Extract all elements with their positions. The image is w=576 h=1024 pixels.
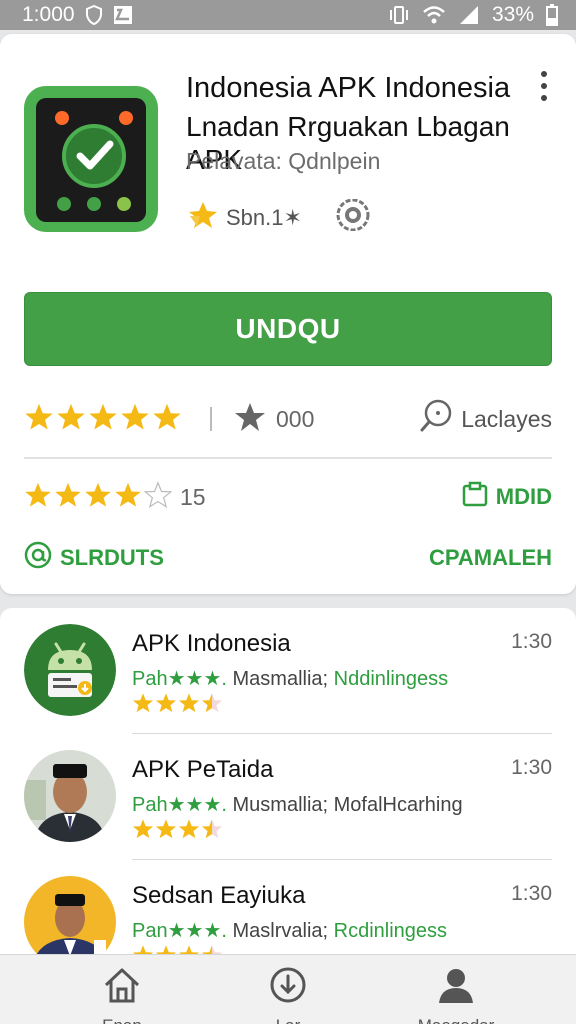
star-filled-icon <box>201 692 223 719</box>
vibrate-icon <box>388 5 410 25</box>
star-filled-icon <box>178 818 200 845</box>
star-filled-icon <box>54 481 82 514</box>
wifi-icon <box>422 5 446 25</box>
star-filled-icon <box>132 692 154 719</box>
list-item[interactable]: Sedsan Eayiuka 1:30 Pan★★★. Maslrvalia; … <box>0 860 576 958</box>
battery-icon <box>546 4 558 26</box>
install-button[interactable]: UNDQU <box>24 292 552 366</box>
home-icon <box>102 965 142 1010</box>
divider <box>210 407 212 431</box>
star-filled-icon <box>88 402 118 437</box>
rating-row: 000 Laclayes <box>24 398 552 440</box>
image-icon <box>113 5 133 25</box>
star-filled-icon <box>24 402 54 437</box>
list-item-title: APK Indonesia <box>132 630 291 657</box>
cpamaleh-link[interactable]: CPAMALEH <box>429 545 552 571</box>
shield-icon <box>85 5 103 25</box>
star-filled-icon <box>155 692 177 719</box>
reviews-label: Laclayes <box>461 405 552 432</box>
list-item-stars <box>132 818 223 845</box>
secondary-rating-row: 15 MDID <box>24 477 552 517</box>
app-publisher[interactable]: Pelavata: Qdnlpein <box>186 148 380 175</box>
reviews-link[interactable]: Laclayes <box>419 399 552 439</box>
star-filled-icon <box>114 481 142 514</box>
nav-label: Maegedar <box>418 1016 495 1024</box>
list-item-meta: Pah★★★. Masmallia; Nddinlingess <box>132 668 449 690</box>
star-badge-icon <box>186 200 220 236</box>
status-time: 1:000 <box>22 3 75 26</box>
person-portrait <box>24 876 116 958</box>
nav-label: Enap <box>102 1016 142 1024</box>
nav-item-downloads[interactable]: Lar <box>228 965 348 1024</box>
nav-item-home[interactable]: Enap <box>62 965 182 1024</box>
secondary-rating-stars <box>24 480 173 514</box>
nav-label: Lar <box>276 1016 301 1024</box>
nav-item-profile[interactable]: Maegedar <box>396 965 516 1024</box>
clipboard-icon <box>462 481 488 513</box>
star-filled-icon <box>178 692 200 719</box>
mdid-label: MDID <box>495 484 552 509</box>
person-portrait <box>24 750 116 842</box>
rating-count: 000 <box>276 405 315 432</box>
star-filled-icon <box>155 818 177 845</box>
links-row: SLRDUTS CPAMALEH <box>24 538 552 578</box>
list-item-meta: Pan★★★. Maslrvalia; Rcdinlingess <box>132 920 448 942</box>
star-filled-icon <box>152 402 182 437</box>
list-item[interactable]: APK PeTaida 1:30 Pah★★★. Musmallia; Mofa… <box>0 734 576 860</box>
app-badges: Sbn.1✶ <box>186 198 370 237</box>
list-item-title: Sedsan Eayiuka <box>132 882 306 909</box>
app-list: APK Indonesia 1:30 Pah★★★. Masmallia; Nd… <box>0 608 576 958</box>
divider <box>24 457 552 459</box>
list-item-stars <box>132 692 223 719</box>
signal-icon <box>458 5 480 25</box>
at-sign-icon <box>24 541 52 575</box>
star-filled-icon <box>132 818 154 845</box>
search-comment-icon <box>419 399 453 439</box>
star-filled-icon <box>120 402 150 437</box>
star-filled-icon <box>201 818 223 845</box>
badge-text: Sbn.1✶ <box>226 205 302 230</box>
mdid-link[interactable]: MDID <box>462 481 552 513</box>
star-filled-icon <box>24 481 52 514</box>
status-bar: 1:000 33% <box>0 0 576 30</box>
list-item[interactable]: APK Indonesia 1:30 Pah★★★. Masmallia; Nd… <box>0 608 576 734</box>
star-filled-icon <box>56 402 86 437</box>
battery-level: 33% <box>491 3 534 26</box>
star-icon <box>234 402 266 437</box>
camera-icon[interactable] <box>336 198 370 237</box>
rating-stars <box>24 402 182 437</box>
slrduts-label: SLRDUTS <box>60 545 164 570</box>
app-detail-card: Indonesia APK Indonesia Lnadan Rrguakan … <box>0 34 576 594</box>
more-options-icon[interactable] <box>532 68 556 104</box>
star-empty-icon <box>143 480 173 514</box>
download-icon <box>268 965 308 1010</box>
list-item-time: 1:30 <box>511 630 552 653</box>
star-filled-icon <box>84 481 112 514</box>
secondary-rating-count: 15 <box>180 483 206 510</box>
profile-icon <box>436 965 476 1010</box>
app-title: Indonesia APK Indonesia <box>186 72 511 104</box>
bottom-navigation: Enap Lar Maegedar <box>0 954 576 1024</box>
list-item-time: 1:30 <box>511 882 552 905</box>
list-item-time: 1:30 <box>511 756 552 779</box>
list-item-title: APK PeTaida <box>132 756 274 783</box>
app-icon[interactable] <box>24 86 158 232</box>
android-robot-icon <box>24 624 116 716</box>
slrduts-link[interactable]: SLRDUTS <box>24 541 164 575</box>
list-item-meta: Pah★★★. Musmallia; MofalHcarhing <box>132 794 463 816</box>
